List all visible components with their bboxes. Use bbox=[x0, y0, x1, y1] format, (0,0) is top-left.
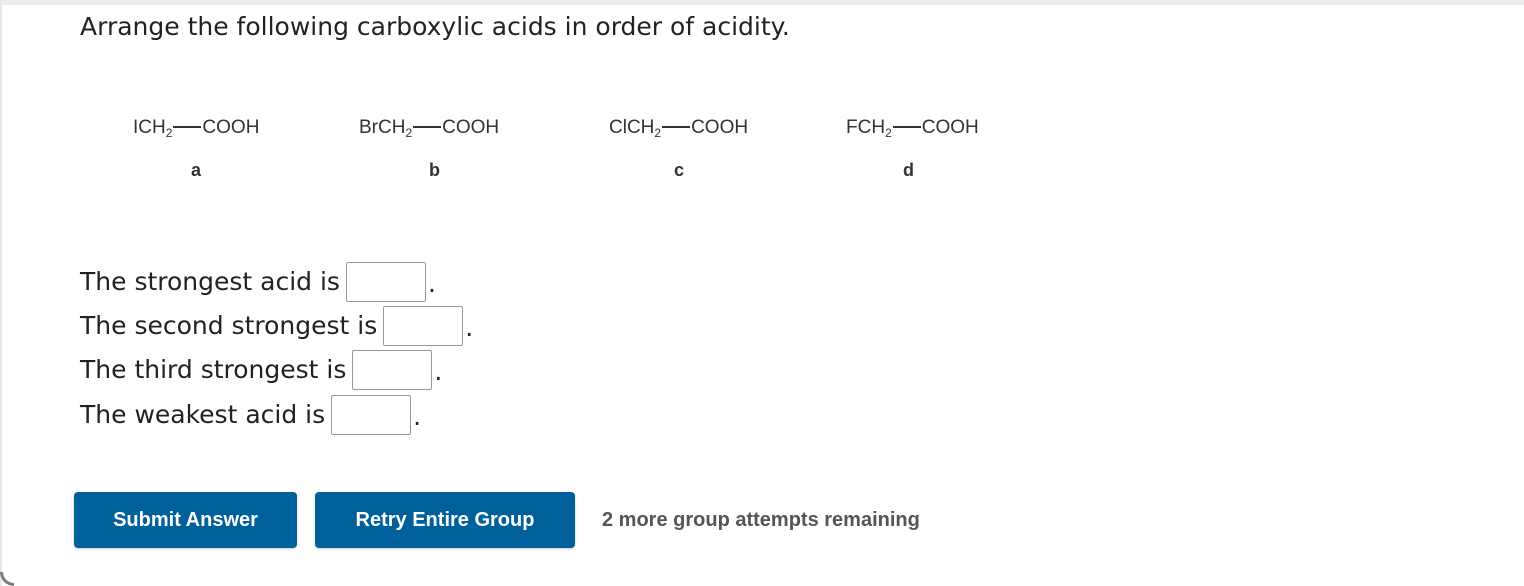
attempts-remaining-text: 2 more group attempts remaining bbox=[602, 509, 920, 531]
molecule-a-subscript: 2 bbox=[165, 126, 173, 140]
molecule-a-prefix: ICH bbox=[133, 117, 166, 138]
answer-label-weakest: The weakest acid is bbox=[80, 400, 326, 429]
molecule-d-suffix: COOH bbox=[921, 117, 979, 138]
strongest-acid-input[interactable] bbox=[345, 262, 426, 302]
molecule-c-subscript: 2 bbox=[654, 126, 662, 140]
answer-period: . bbox=[427, 269, 436, 298]
answer-row-strongest: The strongest acid is . bbox=[80, 262, 436, 302]
molecule-label-a: a bbox=[191, 160, 202, 180]
molecule-c-prefix: ClCH bbox=[609, 117, 655, 138]
single-bond-line bbox=[892, 125, 921, 128]
answer-row-second: The second strongest is . bbox=[80, 306, 473, 346]
molecule-b-prefix: BrCH bbox=[359, 117, 406, 138]
retry-entire-group-button[interactable]: Retry Entire Group bbox=[315, 492, 575, 548]
molecule-label-b: b bbox=[429, 160, 440, 180]
molecule-a: ICH2 COOH bbox=[133, 115, 259, 141]
molecule-label-c: c bbox=[674, 160, 685, 180]
molecule-b: BrCH2 COOH bbox=[359, 115, 499, 141]
answer-period: . bbox=[465, 313, 474, 342]
answer-label-second: The second strongest is bbox=[80, 311, 378, 340]
window-left-edge bbox=[0, 0, 2, 586]
molecule-c-suffix: COOH bbox=[691, 117, 749, 138]
molecule-d-prefix: FCH bbox=[846, 117, 886, 138]
molecule-d: FCH2 COOH bbox=[846, 115, 979, 141]
single-bond-line bbox=[173, 125, 202, 128]
molecule-c: ClCH2 COOH bbox=[609, 115, 748, 141]
answer-row-weakest: The weakest acid is . bbox=[80, 395, 421, 435]
third-strongest-input[interactable] bbox=[352, 350, 433, 390]
molecule-b-subscript: 2 bbox=[405, 126, 413, 140]
molecule-d-subscript: 2 bbox=[885, 126, 892, 140]
answer-period: . bbox=[413, 402, 422, 431]
molecule-b-suffix: COOH bbox=[442, 117, 500, 138]
single-bond-line bbox=[662, 125, 691, 128]
window-corner bbox=[0, 572, 14, 586]
molecule-label-d: d bbox=[903, 160, 914, 180]
second-strongest-input[interactable] bbox=[383, 306, 464, 346]
answer-label-strongest: The strongest acid is bbox=[80, 267, 340, 296]
answer-row-third: The third strongest is . bbox=[80, 350, 442, 390]
molecule-a-suffix: COOH bbox=[202, 117, 260, 138]
submit-answer-button[interactable]: Submit Answer bbox=[74, 492, 297, 548]
weakest-acid-input[interactable] bbox=[331, 395, 412, 435]
answer-period: . bbox=[434, 357, 443, 386]
top-divider bbox=[0, 0, 1524, 5]
answer-label-third: The third strongest is bbox=[80, 355, 347, 384]
single-bond-line bbox=[413, 125, 442, 128]
question-text: Arrange the following carboxylic acids i… bbox=[80, 12, 790, 41]
